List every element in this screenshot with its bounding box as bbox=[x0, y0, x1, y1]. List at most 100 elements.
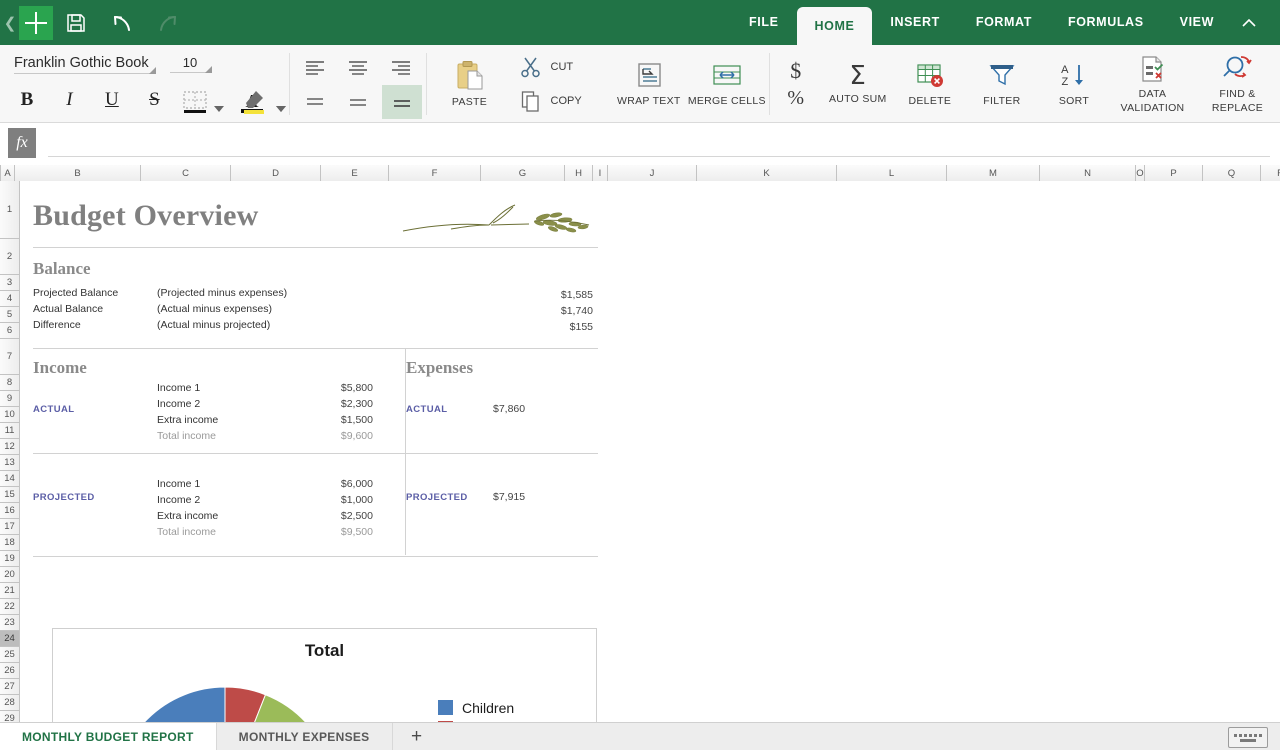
balance-row-note: (Actual minus projected) bbox=[157, 319, 271, 331]
undo-icon[interactable] bbox=[99, 0, 145, 45]
keyboard-icon[interactable] bbox=[1228, 727, 1268, 748]
cut-button[interactable]: CUT bbox=[513, 50, 588, 84]
highlight-color-button[interactable] bbox=[240, 87, 268, 122]
auto-sum-button[interactable]: Σ AUTO SUM bbox=[822, 45, 894, 123]
copy-button[interactable]: COPY bbox=[513, 84, 588, 118]
row-header-10[interactable]: 10 bbox=[0, 407, 20, 423]
delete-button[interactable]: DELETE bbox=[894, 45, 966, 123]
row-header-12[interactable]: 12 bbox=[0, 439, 20, 455]
row-header-26[interactable]: 26 bbox=[0, 663, 20, 679]
row-header-19[interactable]: 19 bbox=[0, 551, 20, 567]
column-header-F[interactable]: F bbox=[389, 165, 481, 181]
font-size-input[interactable]: 10 bbox=[170, 55, 212, 73]
column-header-I[interactable]: I bbox=[593, 165, 608, 181]
wrap-text-button[interactable]: WRAP TEXT bbox=[610, 45, 688, 123]
align-top-button[interactable] bbox=[296, 87, 334, 117]
row-header-20[interactable]: 20 bbox=[0, 567, 20, 583]
data-validation-label-line1: DATA bbox=[1138, 87, 1167, 100]
row-header-15[interactable]: 15 bbox=[0, 487, 20, 503]
redo-icon[interactable] bbox=[145, 0, 191, 45]
percent-icon[interactable]: % bbox=[787, 87, 804, 110]
bold-button[interactable]: B bbox=[8, 83, 46, 117]
tab-home[interactable]: HOME bbox=[796, 7, 873, 45]
new-document-icon[interactable] bbox=[19, 5, 53, 40]
row-header-3[interactable]: 3 bbox=[0, 275, 20, 291]
align-middle-button[interactable] bbox=[339, 87, 377, 117]
row-header-2[interactable]: 2 bbox=[0, 239, 20, 275]
merge-cells-button[interactable]: MERGE CELLS bbox=[688, 45, 766, 123]
income-projected-label: PROJECTED bbox=[33, 492, 95, 503]
chevron-left-icon[interactable]: ❮ bbox=[0, 0, 17, 45]
borders-button[interactable] bbox=[180, 87, 210, 122]
data-validation-button[interactable]: DATA VALIDATION bbox=[1110, 45, 1195, 123]
row-header-28[interactable]: 28 bbox=[0, 695, 20, 711]
column-header-H[interactable]: H bbox=[565, 165, 593, 181]
row-header-16[interactable]: 16 bbox=[0, 503, 20, 519]
align-right-button[interactable] bbox=[382, 53, 420, 83]
column-header-D[interactable]: D bbox=[231, 165, 321, 181]
align-center-button[interactable] bbox=[339, 53, 377, 83]
row-header-27[interactable]: 27 bbox=[0, 679, 20, 695]
paste-button[interactable]: PASTE bbox=[427, 45, 513, 123]
row-header-23[interactable]: 23 bbox=[0, 615, 20, 631]
total-pie-chart[interactable]: Total ChildrenEntertainment bbox=[52, 628, 597, 723]
row-header-22[interactable]: 22 bbox=[0, 599, 20, 615]
save-icon[interactable] bbox=[53, 0, 99, 45]
add-sheet-button[interactable]: + bbox=[393, 723, 441, 750]
row-header-17[interactable]: 17 bbox=[0, 519, 20, 535]
column-header-R[interactable]: R bbox=[1261, 165, 1280, 181]
column-header-E[interactable]: E bbox=[321, 165, 389, 181]
row-header-4[interactable]: 4 bbox=[0, 291, 20, 307]
sheet-canvas[interactable]: Budget Overview Balance Projected Balanc… bbox=[20, 181, 1280, 723]
column-header-B[interactable]: B bbox=[15, 165, 141, 181]
font-size-dropdown-icon[interactable] bbox=[205, 66, 212, 73]
formula-input[interactable] bbox=[48, 129, 1270, 157]
sort-button[interactable]: A Z SORT bbox=[1038, 45, 1110, 123]
column-header-M[interactable]: M bbox=[947, 165, 1040, 181]
tab-file[interactable]: FILE bbox=[731, 0, 796, 45]
font-name-dropdown-icon[interactable] bbox=[149, 67, 156, 74]
row-header-9[interactable]: 9 bbox=[0, 391, 20, 407]
row-header-7[interactable]: 7 bbox=[0, 339, 20, 375]
highlight-dropdown-icon[interactable] bbox=[276, 99, 286, 117]
column-header-N[interactable]: N bbox=[1040, 165, 1136, 181]
column-header-K[interactable]: K bbox=[697, 165, 837, 181]
tab-format[interactable]: FORMAT bbox=[958, 0, 1050, 45]
chevron-up-icon[interactable] bbox=[1232, 0, 1266, 45]
row-header-13[interactable]: 13 bbox=[0, 455, 20, 471]
row-header-25[interactable]: 25 bbox=[0, 647, 20, 663]
row-header-6[interactable]: 6 bbox=[0, 323, 20, 339]
italic-button[interactable]: I bbox=[50, 83, 88, 117]
underline-button[interactable]: U bbox=[93, 83, 131, 117]
row-header-24[interactable]: 24 bbox=[0, 631, 20, 647]
tab-view[interactable]: VIEW bbox=[1162, 0, 1232, 45]
filter-button[interactable]: FILTER bbox=[966, 45, 1038, 123]
row-header-14[interactable]: 14 bbox=[0, 471, 20, 487]
column-header-A[interactable]: A bbox=[1, 165, 15, 181]
font-name-input[interactable]: Franklin Gothic Book bbox=[14, 55, 156, 74]
row-header-18[interactable]: 18 bbox=[0, 535, 20, 551]
column-header-P[interactable]: P bbox=[1145, 165, 1203, 181]
currency-icon[interactable]: $ bbox=[790, 58, 801, 83]
tab-insert[interactable]: INSERT bbox=[872, 0, 957, 45]
column-header-L[interactable]: L bbox=[837, 165, 947, 181]
column-header-O[interactable]: O bbox=[1136, 165, 1145, 181]
row-header-5[interactable]: 5 bbox=[0, 307, 20, 323]
column-header-Q[interactable]: Q bbox=[1203, 165, 1261, 181]
sheet-tab-monthly-budget-report[interactable]: MONTHLY BUDGET REPORT bbox=[0, 723, 217, 750]
align-left-button[interactable] bbox=[296, 53, 334, 83]
strikethrough-button[interactable]: S bbox=[135, 83, 173, 117]
row-header-1[interactable]: 1 bbox=[0, 181, 20, 239]
column-header-J[interactable]: J bbox=[608, 165, 697, 181]
insert-function-button[interactable]: fx bbox=[8, 128, 36, 158]
row-header-11[interactable]: 11 bbox=[0, 423, 20, 439]
column-header-G[interactable]: G bbox=[481, 165, 565, 181]
align-bottom-button[interactable] bbox=[382, 85, 423, 119]
row-header-21[interactable]: 21 bbox=[0, 583, 20, 599]
tab-formulas[interactable]: FORMULAS bbox=[1050, 0, 1162, 45]
column-header-C[interactable]: C bbox=[141, 165, 231, 181]
sheet-tab-monthly-expenses[interactable]: MONTHLY EXPENSES bbox=[217, 723, 393, 750]
borders-dropdown-icon[interactable] bbox=[214, 99, 224, 117]
find-replace-button[interactable]: FIND & REPLACE bbox=[1195, 45, 1280, 123]
row-header-8[interactable]: 8 bbox=[0, 375, 20, 391]
